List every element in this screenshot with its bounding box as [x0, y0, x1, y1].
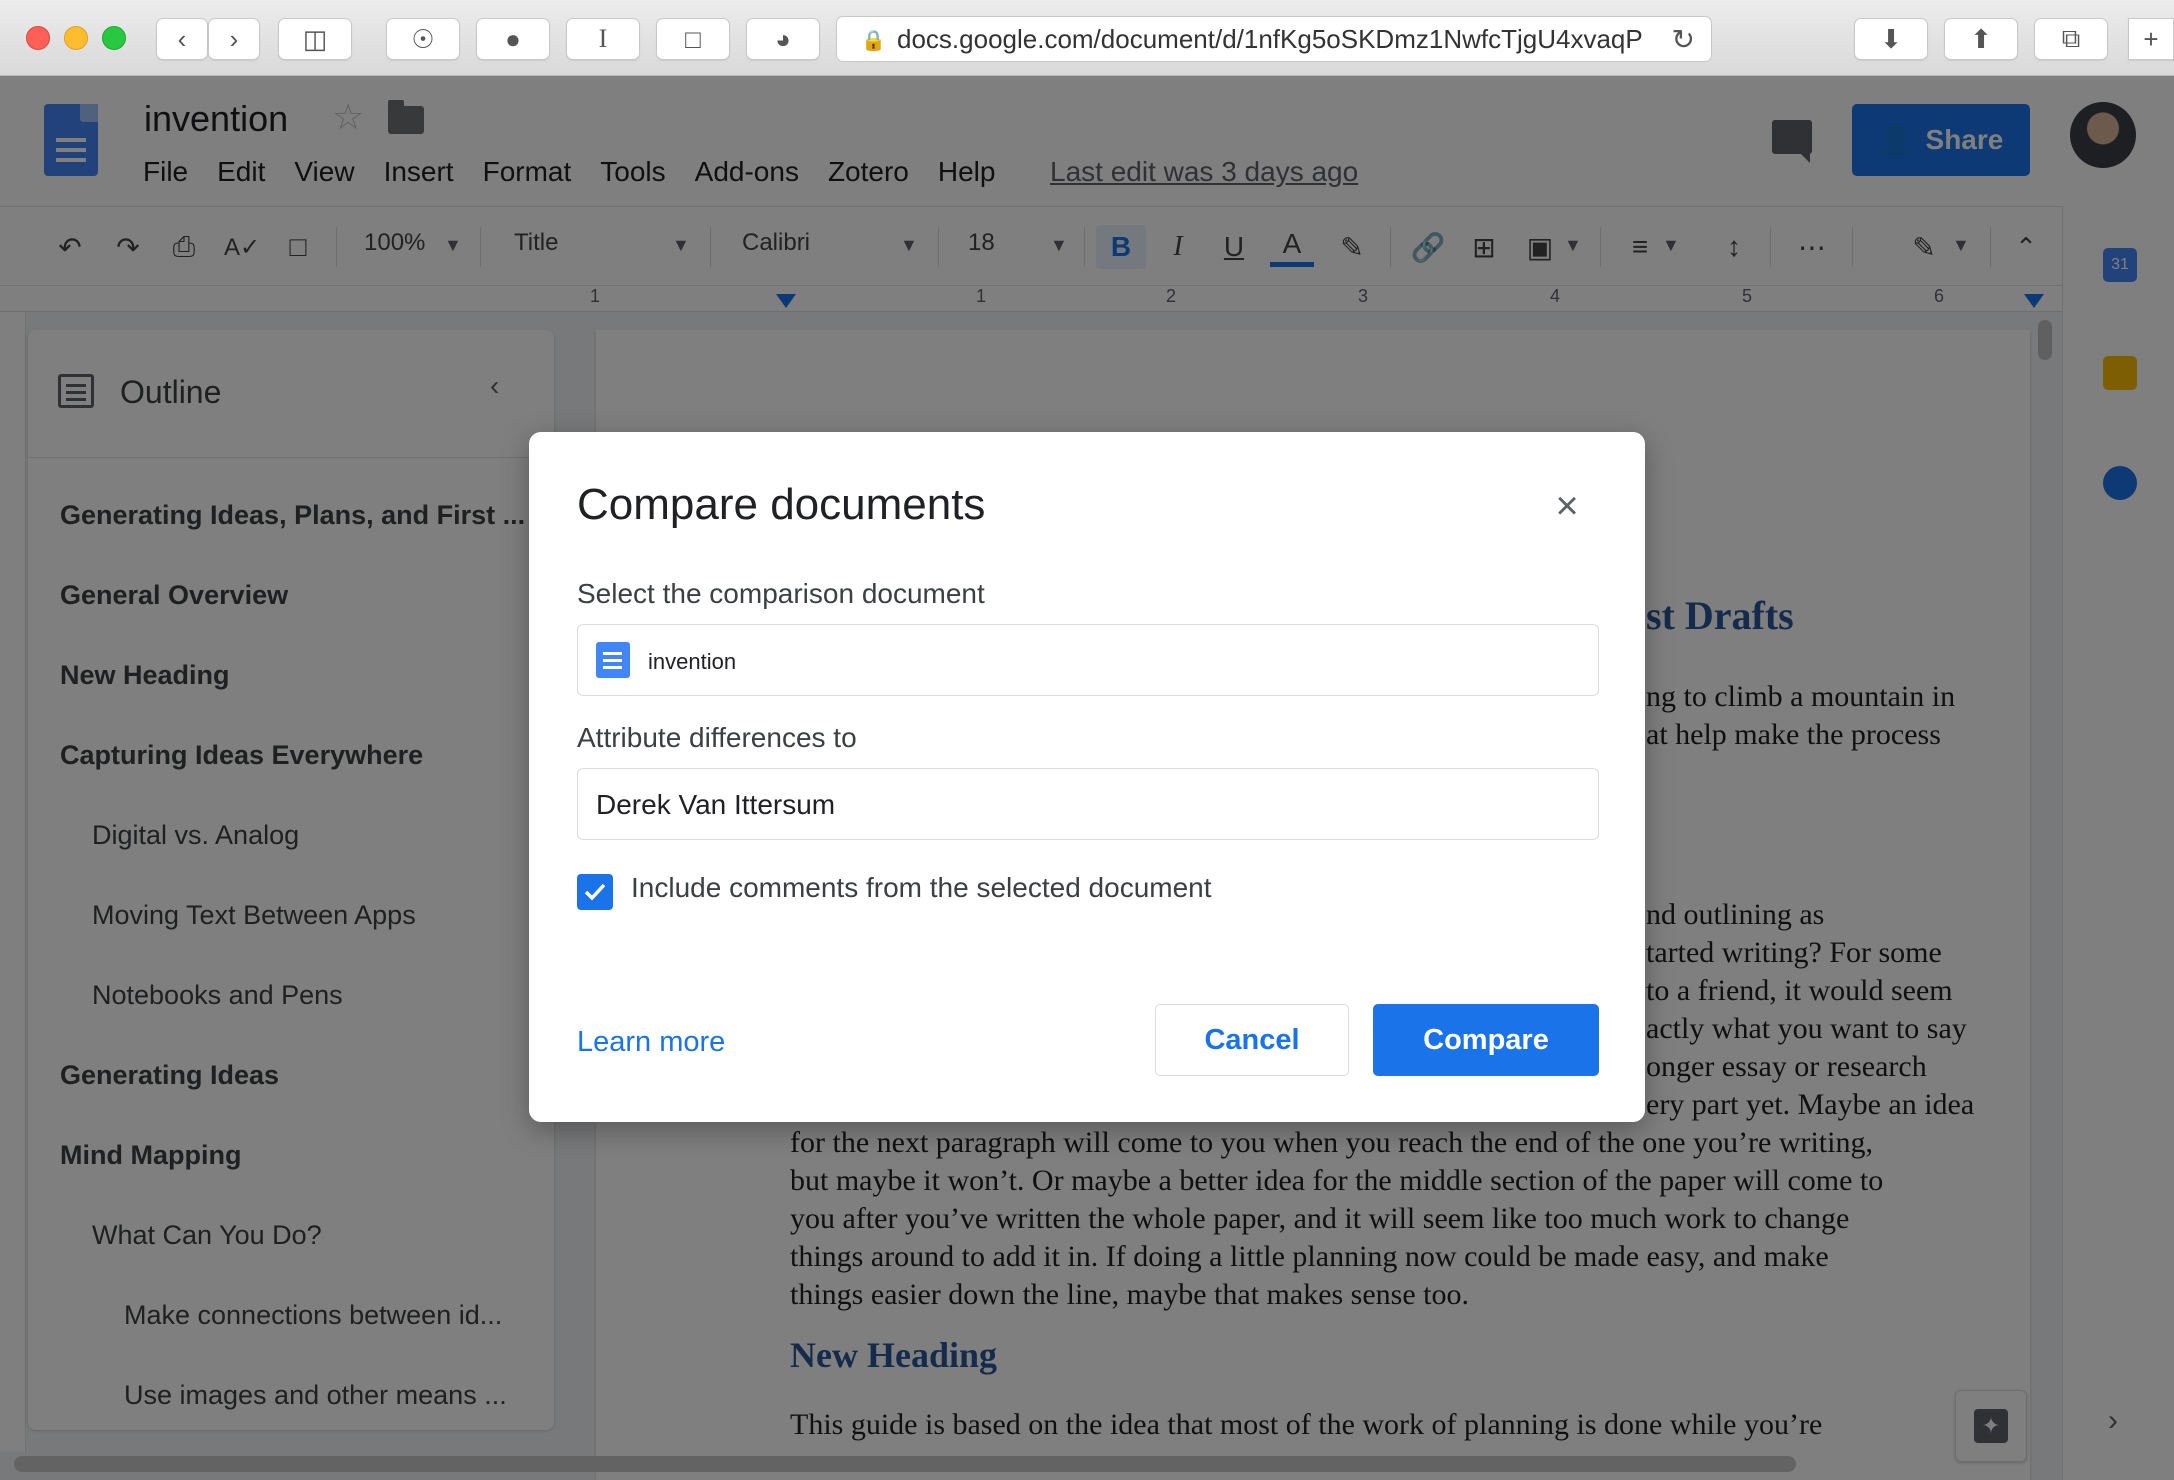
select-document-label: Select the comparison document: [577, 578, 985, 609]
address-bar[interactable]: 🔒 docs.google.com/document/d/1nfKg5oSKDm…: [836, 16, 1712, 62]
chevron-left-icon: ‹: [177, 23, 187, 54]
downloads-button[interactable]: ⬇: [1854, 18, 1928, 60]
cancel-button[interactable]: Cancel: [1155, 1004, 1349, 1076]
page-icon: □: [685, 23, 701, 54]
download-icon: ⬇: [1880, 23, 1902, 54]
back-button[interactable]: ‹: [156, 18, 208, 60]
checkmark-icon: [584, 883, 606, 901]
password-icon: ☉: [411, 23, 435, 54]
zoom-window-button[interactable]: [102, 26, 126, 50]
sidebar-toggle-button[interactable]: ◫: [278, 18, 352, 60]
chevron-right-icon: ›: [229, 23, 239, 54]
dialog-title: Compare documents: [577, 480, 986, 529]
tab-overview-button[interactable]: ⧉: [2034, 18, 2108, 60]
page-extension-button[interactable]: □: [656, 18, 730, 60]
lock-icon: 🔒: [861, 30, 886, 52]
reload-icon[interactable]: ↻: [1672, 23, 1695, 56]
comparison-document-picker[interactable]: invention: [577, 624, 1599, 696]
share-sheet-icon: ⬆: [1970, 23, 1992, 54]
plus-icon: +: [2143, 23, 2159, 54]
url-text: docs.google.com/document/d/1nfKg5oSKDmz1…: [897, 23, 1643, 54]
compare-button[interactable]: Compare: [1373, 1004, 1599, 1076]
toggle-extension-button[interactable]: ●: [476, 18, 550, 60]
browser-toolbar: ‹ › ◫ ☉ ● I □ ◕ 🔒 docs.google.com/docume…: [0, 0, 2174, 76]
selected-document-name: invention: [648, 649, 737, 674]
close-icon[interactable]: ×: [1547, 486, 1587, 526]
attribute-name-value: Derek Van Ittersum: [596, 789, 836, 820]
tabs-icon: ⧉: [2061, 23, 2081, 53]
share-sheet-button[interactable]: ⬆: [1944, 18, 2018, 60]
close-window-button[interactable]: [26, 26, 50, 50]
zotero-extension-button[interactable]: ◕: [746, 18, 820, 60]
google-doc-icon: [596, 642, 630, 678]
password-extension-button[interactable]: ☉: [386, 18, 460, 60]
text-cursor-icon: I: [598, 24, 608, 53]
include-comments-label[interactable]: Include comments from the selected docum…: [631, 872, 1212, 904]
attribute-name-field[interactable]: Derek Van Ittersum: [577, 768, 1599, 840]
minimize-window-button[interactable]: [64, 26, 88, 50]
sidebar-icon: ◫: [302, 23, 328, 54]
forward-button[interactable]: ›: [208, 18, 260, 60]
new-tab-button[interactable]: +: [2128, 18, 2174, 60]
attribute-label: Attribute differences to: [577, 722, 857, 753]
learn-more-link[interactable]: Learn more: [577, 1026, 725, 1059]
text-extension-button[interactable]: I: [566, 18, 640, 60]
toggle-icon: ●: [505, 23, 521, 54]
compare-documents-dialog: Compare documents × Select the compariso…: [529, 432, 1645, 1122]
include-comments-checkbox[interactable]: [577, 874, 613, 910]
zotero-icon: ◕: [775, 23, 791, 54]
